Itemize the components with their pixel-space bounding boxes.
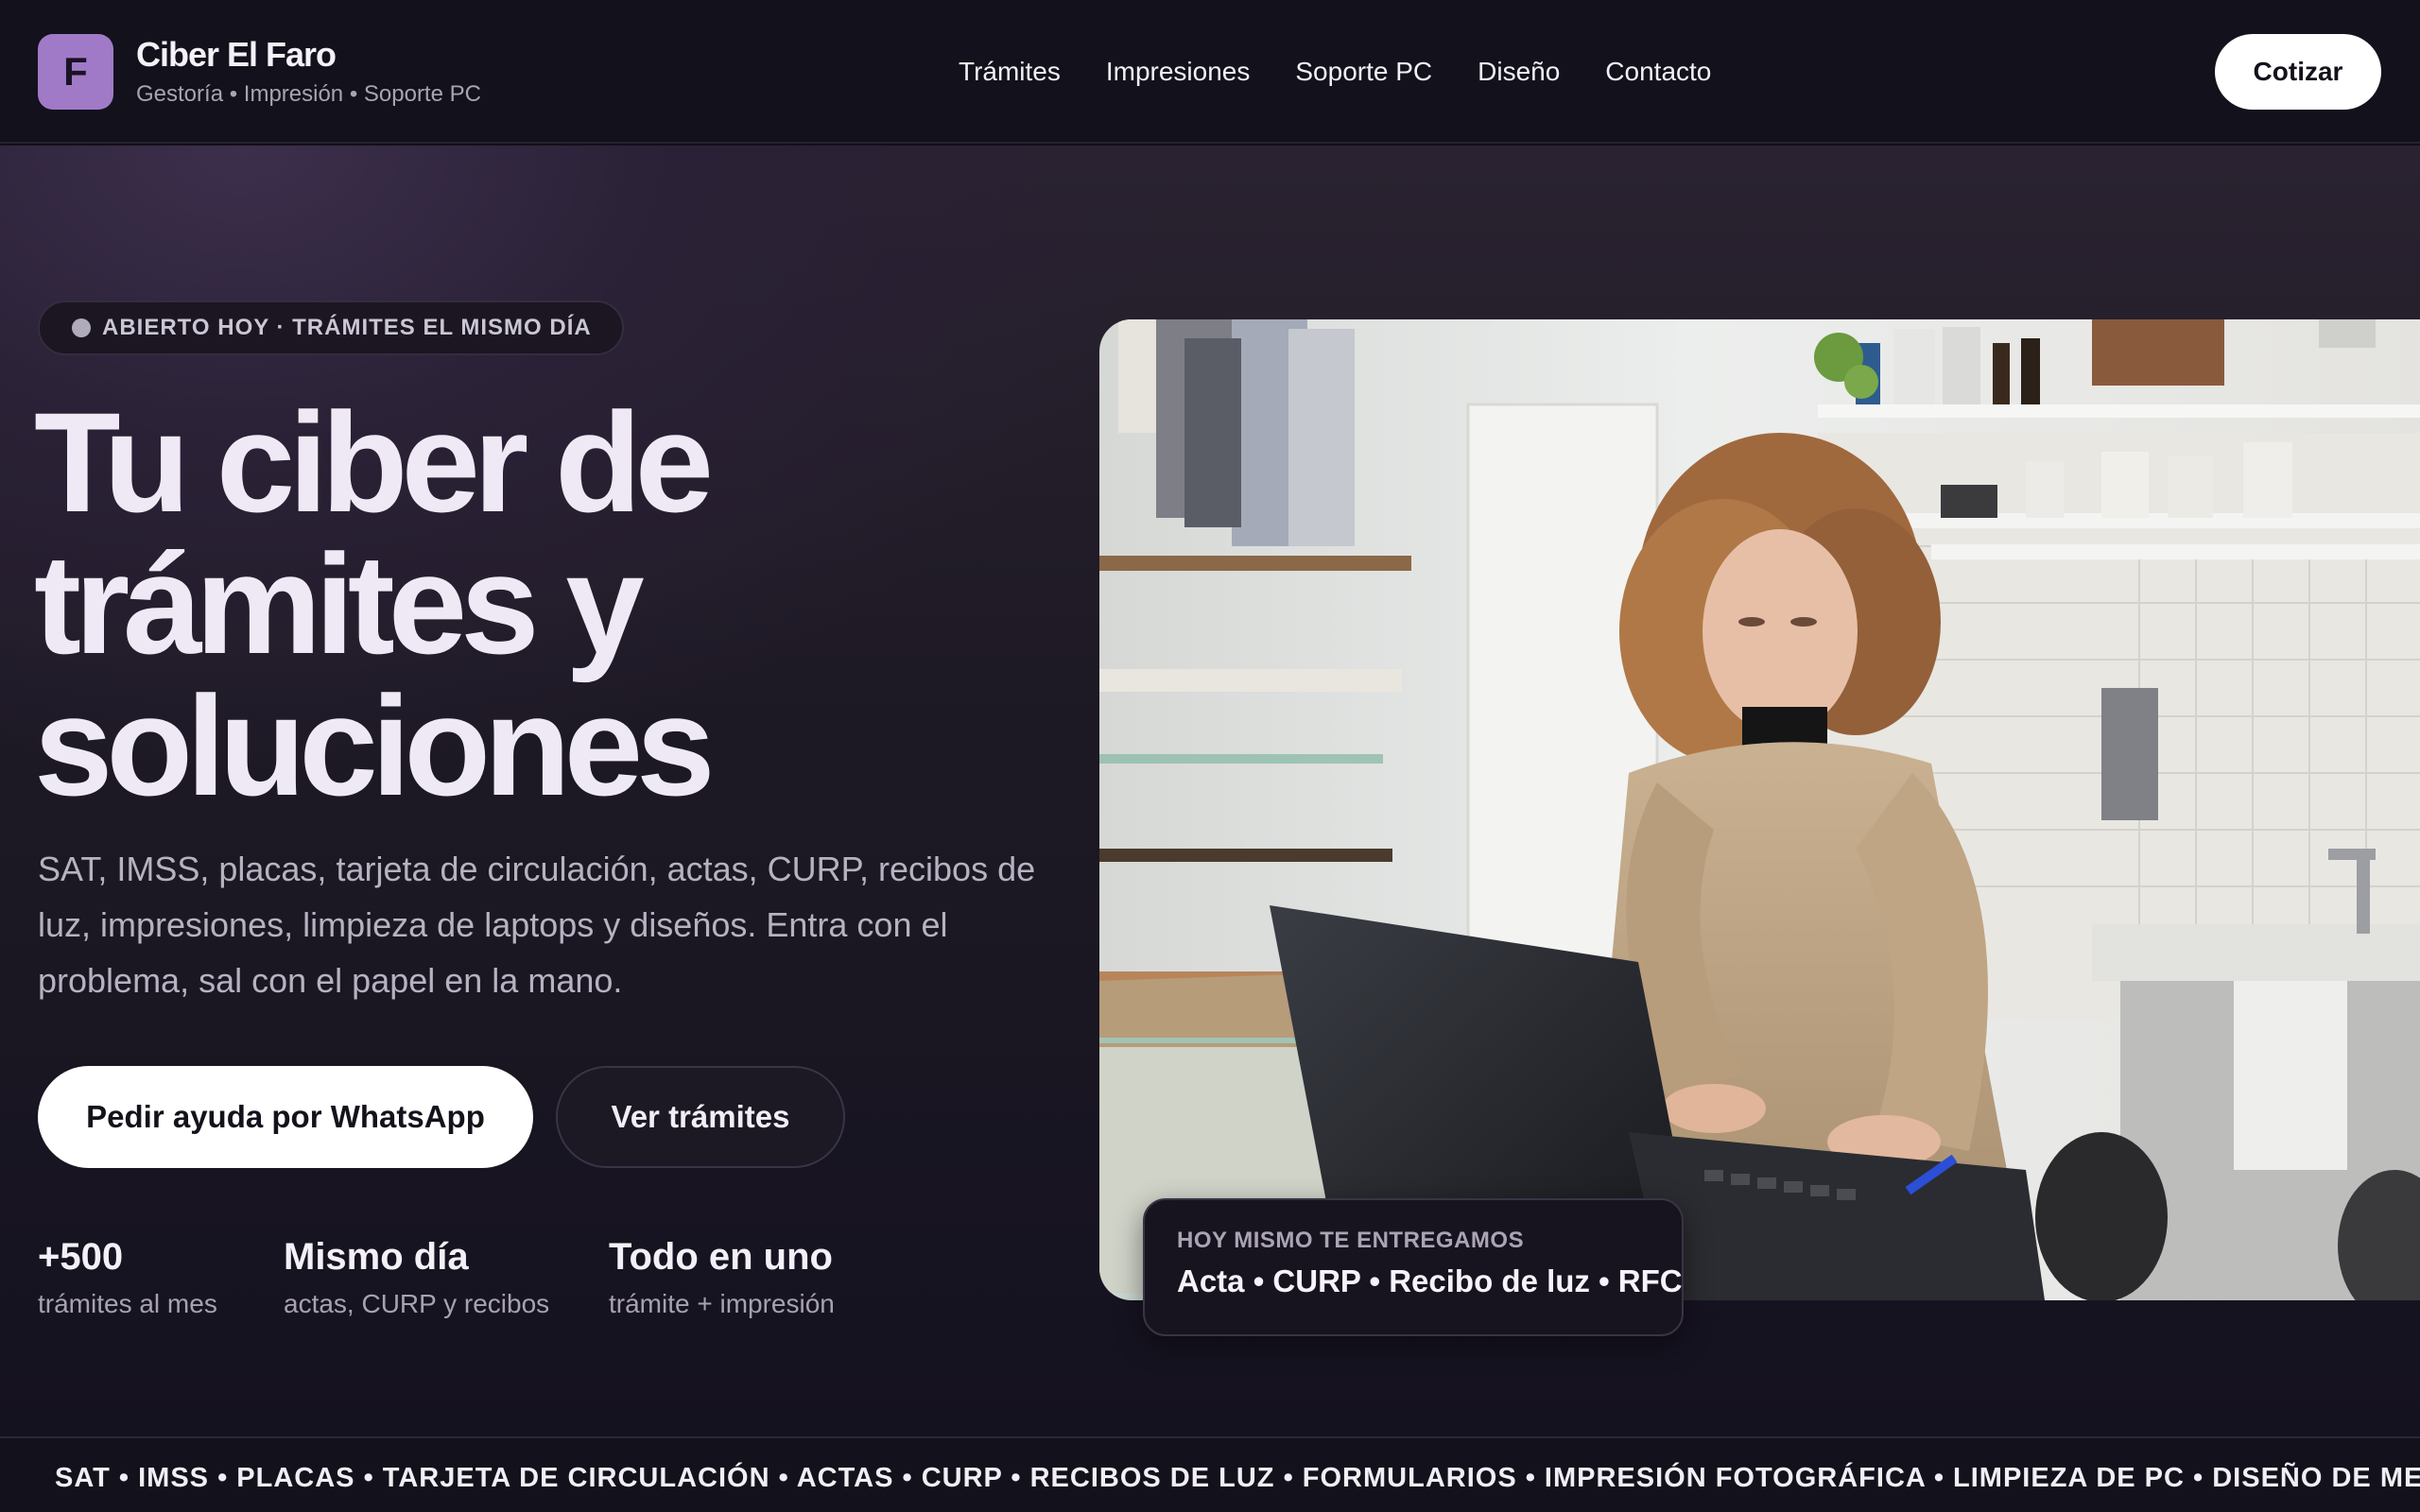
nav-link-impresiones[interactable]: Impresiones — [1106, 53, 1251, 91]
whatsapp-help-button[interactable]: Pedir ayuda por WhatsApp — [38, 1066, 533, 1168]
nav-link-soporte-pc[interactable]: Soporte PC — [1295, 53, 1432, 91]
stat-all-in-one: Todo en uno trámite + impresión — [609, 1230, 835, 1323]
hero-photo — [1099, 319, 2420, 1300]
headline-line-2: trámites y — [34, 524, 645, 683]
brand-name[interactable]: Ciber El Faro — [136, 34, 481, 76]
stat-value: +500 — [38, 1236, 124, 1278]
brand-logo[interactable]: F — [38, 34, 113, 110]
nav-link-diseno[interactable]: Diseño — [1478, 53, 1560, 91]
stat-value: Todo en uno — [609, 1236, 833, 1278]
delivery-items: Acta • CURP • Recibo de luz • RFC — [1177, 1263, 1683, 1298]
nav-link-tramites[interactable]: Trámites — [959, 53, 1061, 91]
stat-label: actas, CURP y recibos — [284, 1289, 550, 1318]
open-today-badge: ABIERTO HOY · TRÁMITES EL MISMO DÍA — [38, 301, 624, 355]
hero-headline: Tu ciber de trámites y soluciones — [34, 391, 979, 816]
view-tramites-button[interactable]: Ver trámites — [556, 1066, 845, 1168]
ticker-text: SAT • IMSS • PLACAS • TARJETA DE CIRCULA… — [55, 1463, 2420, 1493]
delivery-card: HOY MISMO TE ENTREGAMOS Acta • CURP • Re… — [1143, 1198, 1684, 1336]
stat-value: Mismo día — [284, 1236, 469, 1278]
headline-line-3: soluciones — [34, 666, 716, 825]
headline-line-1: Tu ciber de — [34, 383, 714, 541]
delivery-kicker: HOY MISMO TE ENTREGAMOS — [1177, 1228, 1525, 1253]
main-nav: Trámites Impresiones Soporte PC Diseño C… — [959, 53, 1711, 91]
brand-text: Ciber El Faro Gestoría • Impresión • Sop… — [136, 34, 481, 110]
nav-link-contacto[interactable]: Contacto — [1605, 53, 1711, 91]
stat-same-day: Mismo día actas, CURP y recibos — [284, 1230, 549, 1323]
badge-label: ABIERTO HOY · TRÁMITES EL MISMO DÍA — [102, 315, 592, 340]
cotizar-button[interactable]: Cotizar — [2215, 34, 2381, 110]
site-header: F Ciber El Faro Gestoría • Impresión • S… — [0, 0, 2420, 144]
brand[interactable]: F Ciber El Faro Gestoría • Impresión • S… — [38, 34, 481, 110]
brand-tagline: Gestoría • Impresión • Soporte PC — [136, 81, 481, 107]
hero-description: SAT, IMSS, placas, tarjeta de circulació… — [38, 850, 1036, 1000]
services-ticker: SAT • IMSS • PLACAS • TARJETA DE CIRCULA… — [0, 1436, 2420, 1512]
hero-section: ABIERTO HOY · TRÁMITES EL MISMO DÍA Tu c… — [0, 146, 2420, 1436]
stat-label: trámites al mes — [38, 1289, 217, 1318]
stat-monthly-tramites: +500 trámites al mes — [38, 1230, 217, 1323]
hero-photo-illustration — [1099, 319, 2420, 1300]
stat-label: trámite + impresión — [609, 1289, 835, 1318]
status-dot-icon — [72, 318, 91, 337]
